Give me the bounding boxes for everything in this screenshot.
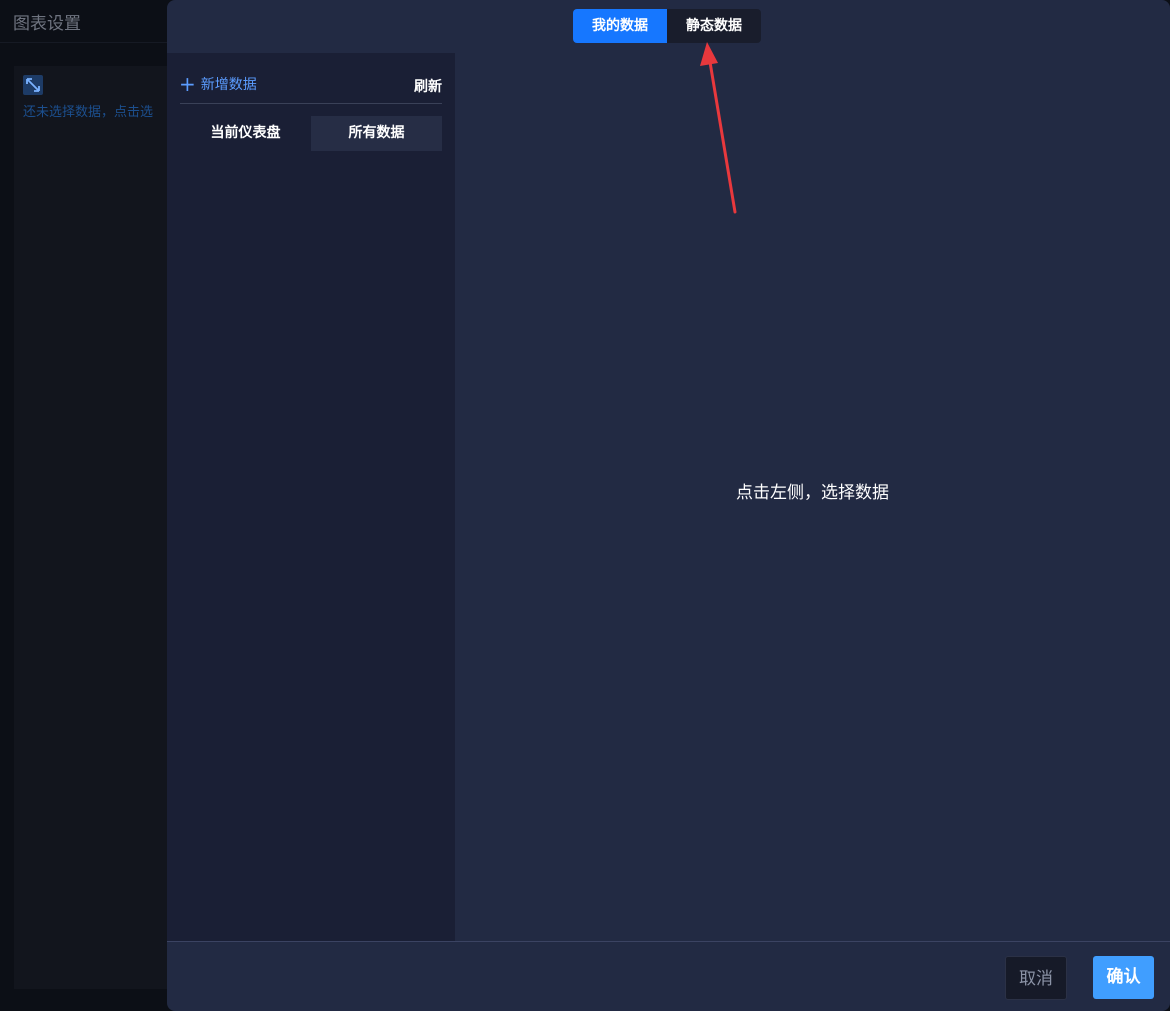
cancel-button[interactable]: 取消 bbox=[1005, 956, 1067, 1000]
refresh-button[interactable]: 刷新 bbox=[414, 76, 442, 96]
chart-settings-title: 图表设置 bbox=[13, 14, 81, 34]
confirm-button[interactable]: 确认 bbox=[1093, 956, 1154, 999]
data-sidebar: + 新增数据 刷新 当前仪表盘 所有数据 bbox=[167, 53, 455, 941]
plus-icon: + bbox=[179, 72, 196, 96]
add-data-label: 新增数据 bbox=[200, 77, 257, 93]
data-source-tabs: 我的数据 静态数据 bbox=[573, 9, 761, 43]
expand-arrows-icon[interactable] bbox=[23, 75, 43, 95]
tab-my-data[interactable]: 我的数据 bbox=[573, 9, 667, 43]
subtab-current-dashboard[interactable]: 当前仪表盘 bbox=[180, 116, 311, 151]
sidebar-divider bbox=[180, 103, 442, 104]
subtab-all-data[interactable]: 所有数据 bbox=[311, 116, 442, 151]
select-data-hint: 点击左侧，选择数据 bbox=[736, 483, 889, 503]
data-scope-tabs: 当前仪表盘 所有数据 bbox=[180, 116, 442, 151]
data-select-modal: 我的数据 静态数据 + 新增数据 刷新 当前仪表盘 所有数据 点击左侧，选择数据… bbox=[167, 0, 1170, 1011]
add-data-button[interactable]: + 新增数据 bbox=[179, 74, 257, 94]
background-card bbox=[14, 66, 174, 989]
no-data-hint: 还未选择数据，点击选 bbox=[23, 105, 154, 120]
footer-divider bbox=[167, 941, 1170, 942]
tab-static-data[interactable]: 静态数据 bbox=[667, 9, 761, 43]
